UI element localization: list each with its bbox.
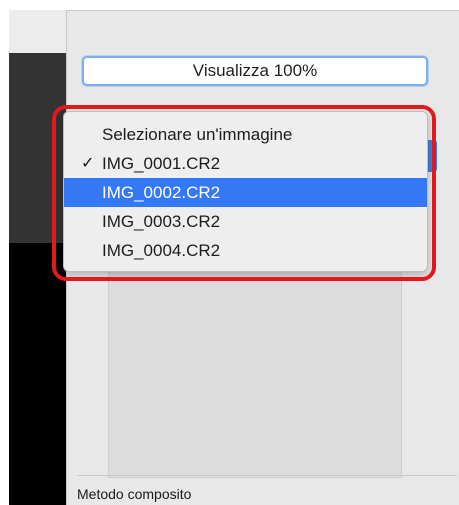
- view-100-percent-button[interactable]: Visualizza 100%: [82, 56, 428, 86]
- menu-item-label: Selezionare un'immagine: [102, 125, 293, 144]
- image-select-dropdown-menu[interactable]: Selezionare un'immagine ✓ IMG_0001.CR2 I…: [63, 111, 428, 272]
- menu-item-label: IMG_0002.CR2: [102, 183, 221, 202]
- composite-preview-box: [108, 248, 402, 478]
- composite-method-label: Metodo composito: [77, 486, 192, 502]
- section-divider: [77, 475, 457, 476]
- menu-item-label: IMG_0004.CR2: [102, 241, 221, 260]
- dialog-window: Visualizza 100% Metodo composito Selezio…: [9, 10, 459, 505]
- image-preview-dark-area: [9, 53, 66, 243]
- menu-item-label: IMG_0003.CR2: [102, 212, 221, 231]
- window-top-edge: [9, 10, 459, 11]
- menu-item-img-0003[interactable]: IMG_0003.CR2: [64, 207, 427, 236]
- menu-item-img-0004[interactable]: IMG_0004.CR2: [64, 236, 427, 265]
- screen: Visualizza 100% Metodo composito Selezio…: [0, 0, 459, 505]
- menu-item-label: IMG_0001.CR2: [102, 154, 221, 173]
- left-image-pane: [9, 10, 67, 505]
- menu-item-img-0002[interactable]: IMG_0002.CR2: [64, 178, 427, 207]
- checkmark-icon: ✓: [81, 155, 95, 172]
- image-preview-black-area: [9, 243, 66, 505]
- menu-header-select-image[interactable]: Selezionare un'immagine: [64, 120, 427, 149]
- menu-item-img-0001[interactable]: ✓ IMG_0001.CR2: [64, 149, 427, 178]
